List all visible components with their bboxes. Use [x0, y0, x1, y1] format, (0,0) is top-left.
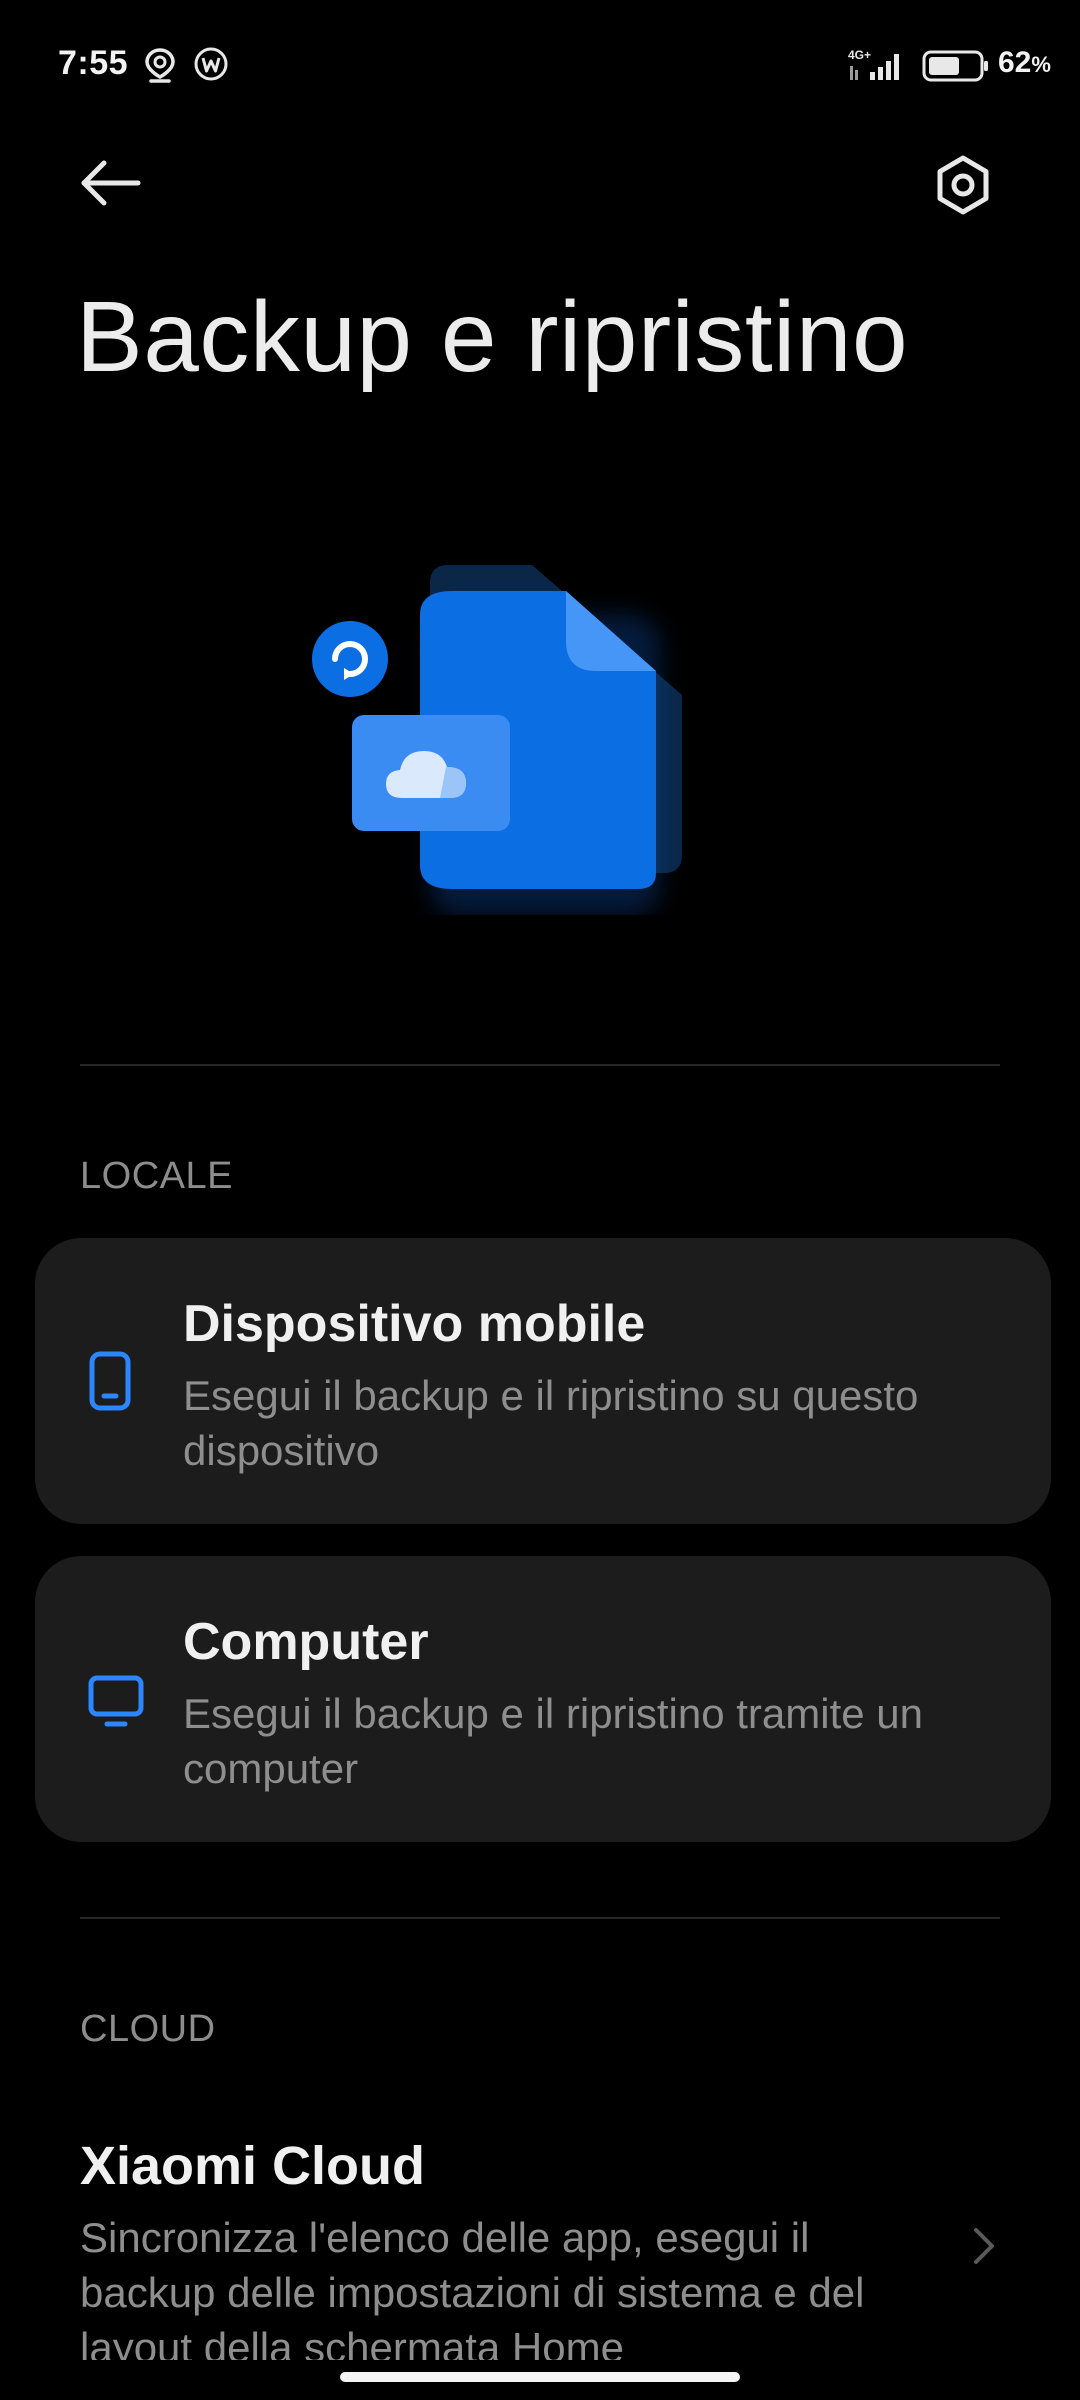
cloud-item-subtitle: Sincronizza l'elenco delle app, esegui i… — [80, 2214, 865, 2360]
status-time: 7:55 — [58, 44, 129, 82]
signal-icon: 4G+ — [848, 48, 908, 87]
battery-icon — [922, 50, 990, 87]
arrow-left-icon — [76, 160, 142, 220]
w-app-icon — [193, 46, 229, 87]
backup-illustration — [300, 555, 700, 915]
battery-percent: 62% — [998, 46, 1051, 79]
cloud-item-title: Xiaomi Cloud — [80, 2136, 426, 2196]
card-subtitle: Esegui il backup e il ripristino tramite… — [183, 1690, 924, 1792]
card-title: Dispositivo mobile — [183, 1295, 646, 1353]
gear-icon — [928, 155, 998, 224]
divider — [80, 1064, 1000, 1066]
section-label-local: LOCALE — [80, 1155, 233, 1197]
computer-card[interactable]: Computer Esegui il backup e il ripristin… — [35, 1556, 1051, 1842]
location-icon — [143, 46, 177, 89]
monitor-icon — [87, 1674, 145, 1735]
chevron-right-icon — [970, 2224, 998, 2273]
xiaomi-cloud-item[interactable]: Xiaomi Cloud Sincronizza l'elenco delle … — [0, 2110, 1080, 2360]
home-indicator[interactable] — [340, 2372, 740, 2382]
divider — [80, 1917, 1000, 1919]
mobile-device-card[interactable]: Dispositivo mobile Esegui il backup e il… — [35, 1238, 1051, 1524]
status-bar: 7:55 4G+ 62% — [0, 0, 1080, 120]
page-title: Backup e ripristino — [76, 281, 909, 393]
settings-button[interactable] — [928, 150, 998, 220]
section-label-cloud: CLOUD — [80, 2008, 216, 2050]
card-title: Computer — [183, 1613, 429, 1671]
svg-text:4G+: 4G+ — [848, 48, 871, 62]
phone-icon — [87, 1350, 133, 1417]
card-subtitle: Esegui il backup e il ripristino su ques… — [183, 1372, 919, 1474]
back-button[interactable] — [76, 150, 156, 216]
